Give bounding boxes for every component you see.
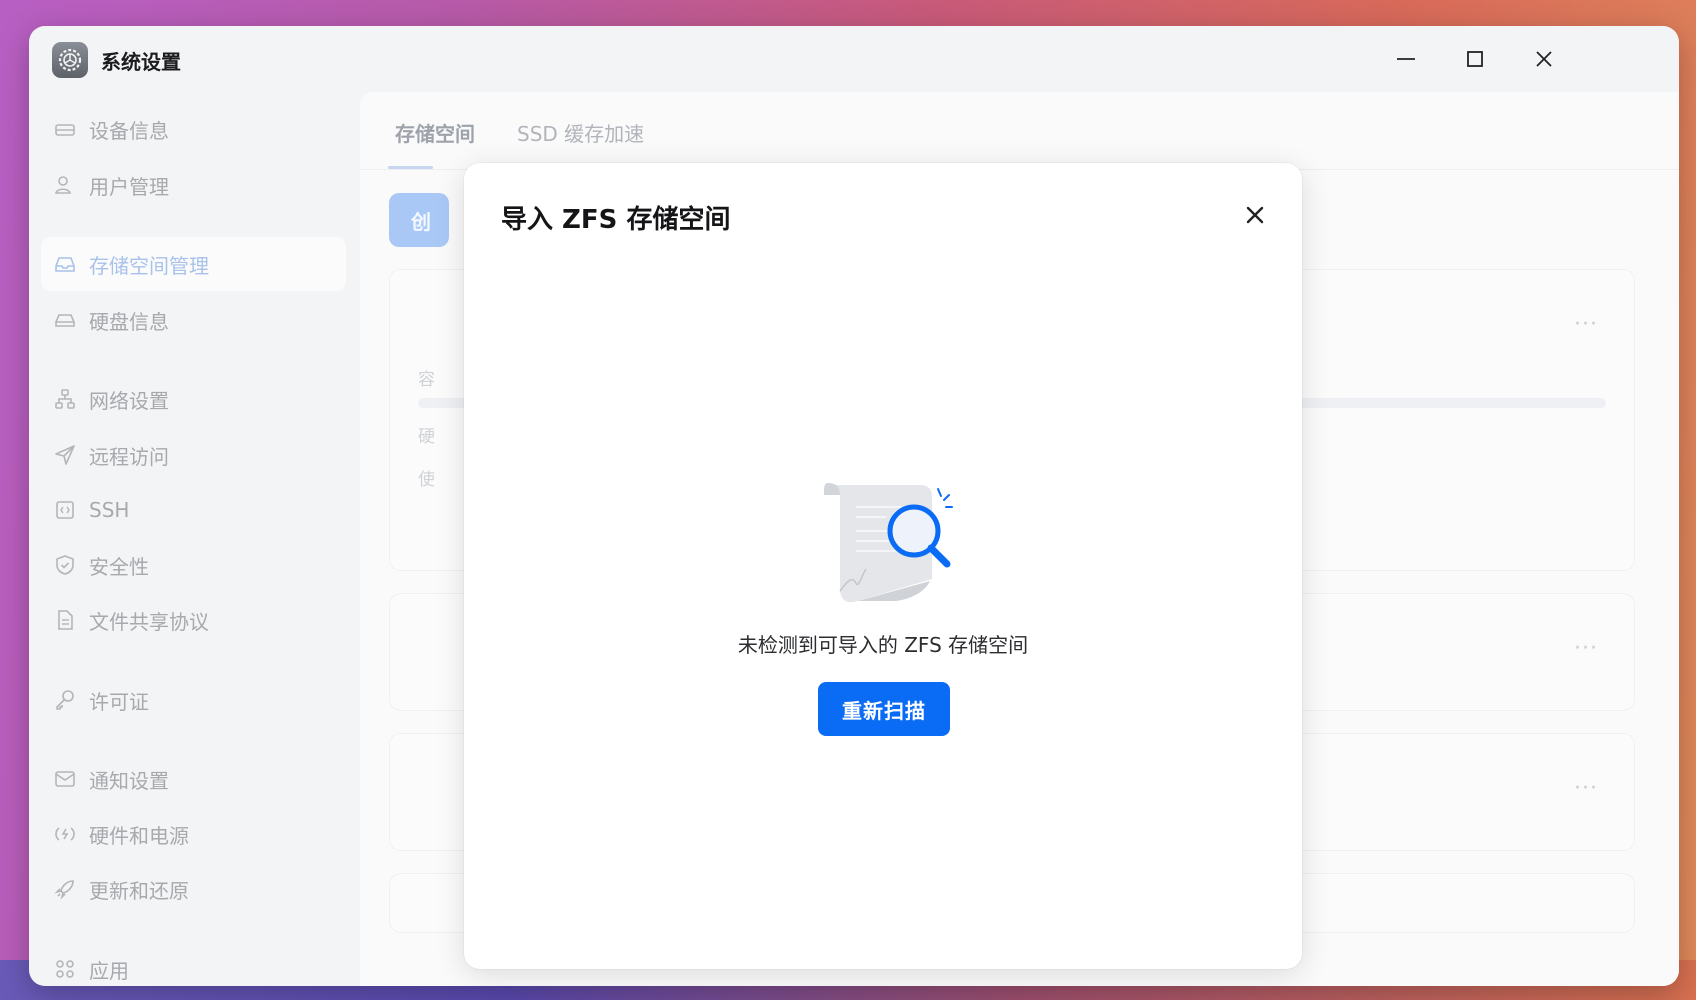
sidebar-item-device-info[interactable]: 设备信息 — [41, 102, 346, 156]
sidebar-item-label: 安全性 — [89, 554, 149, 579]
sidebar-item-user-management[interactable]: 用户管理 — [41, 158, 346, 212]
sidebar-item-label: SSH — [89, 498, 130, 522]
create-button[interactable]: 创 — [389, 193, 449, 247]
dialog-close-button[interactable] — [1240, 200, 1270, 230]
settings-window: 系统设置 设备信息 用户管理 存储空间管理 硬盘信息 网络设置 远程访问 SSH… — [29, 26, 1679, 986]
sidebar-item-license[interactable]: 许可证 — [41, 673, 346, 727]
key-icon — [56, 690, 74, 710]
import-zfs-dialog: 导入 ZFS 存储空间 未检测到可导入的 ZFS 存储空间 重新扫描 — [464, 163, 1302, 969]
sidebar-item-label: 通知设置 — [89, 768, 169, 793]
maximize-button[interactable] — [1460, 44, 1490, 74]
sidebar-item-file-sharing[interactable]: 文件共享协议 — [41, 593, 346, 647]
more-options-button[interactable]: ··· — [1574, 312, 1598, 337]
sidebar-item-notification-settings[interactable]: 通知设置 — [41, 752, 346, 806]
more-options-button[interactable]: ··· — [1574, 636, 1598, 661]
sidebar-item-storage-management[interactable]: 存储空间管理 — [41, 237, 346, 291]
usage-label: 使 — [418, 470, 435, 490]
capacity-label: 容 — [418, 370, 435, 390]
sidebar-item-label: 硬盘信息 — [89, 309, 169, 334]
tab-ssd-cache[interactable]: SSD 缓存加速 — [517, 118, 644, 147]
rescan-button[interactable]: 重新扫描 — [818, 682, 950, 736]
sidebar-item-label: 文件共享协议 — [89, 609, 209, 634]
active-tab-indicator — [388, 166, 433, 169]
disk-label: 硬 — [418, 427, 435, 447]
minimize-icon — [1397, 58, 1415, 60]
sidebar-item-security[interactable]: 安全性 — [41, 538, 346, 592]
rocket-icon — [54, 880, 74, 900]
sidebar-item-label: 设备信息 — [89, 118, 169, 143]
shield-icon — [56, 555, 74, 575]
document-search-illustration — [824, 483, 953, 603]
sidebar-item-label: 应用 — [89, 958, 129, 983]
device-icon — [55, 124, 75, 136]
sidebar-item-label: 许可证 — [89, 689, 149, 714]
maximize-icon — [1467, 51, 1483, 67]
sidebar-item-label: 网络设置 — [89, 388, 169, 413]
network-icon — [55, 389, 75, 409]
close-icon — [1536, 51, 1552, 67]
tab-storage-space[interactable]: 存储空间 — [395, 118, 475, 147]
sidebar-item-remote-access[interactable]: 远程访问 — [41, 428, 346, 482]
storage-icon — [55, 257, 75, 272]
sidebar-item-ssh[interactable]: SSH — [41, 483, 346, 537]
sidebar-item-label: 存储空间管理 — [89, 253, 209, 278]
power-icon — [55, 827, 75, 841]
send-icon — [55, 445, 75, 465]
sidebar-item-label: 远程访问 — [89, 444, 169, 469]
tab-bar: 存储空间 SSD 缓存加速 — [360, 92, 1679, 170]
mail-icon — [55, 771, 75, 787]
ssh-icon — [56, 501, 74, 519]
apps-icon — [56, 960, 74, 978]
sidebar-item-update-restore[interactable]: 更新和还原 — [41, 862, 346, 916]
sidebar-item-apps[interactable]: 应用 — [41, 942, 346, 986]
disk-icon — [55, 314, 75, 327]
sidebar-item-disk-info[interactable]: 硬盘信息 — [41, 293, 346, 347]
window-title: 系统设置 — [101, 50, 181, 74]
sidebar: 设备信息 用户管理 存储空间管理 硬盘信息 网络设置 远程访问 SSH 安全性 — [29, 92, 359, 986]
sidebar-item-label: 更新和还原 — [89, 878, 189, 903]
sidebar-item-hardware-power[interactable]: 硬件和电源 — [41, 807, 346, 861]
close-window-button[interactable] — [1529, 44, 1559, 74]
close-icon — [1246, 206, 1264, 224]
file-icon — [58, 610, 73, 630]
sidebar-item-label: 用户管理 — [89, 174, 169, 199]
title-bar: 系统设置 — [29, 26, 1679, 92]
user-icon — [55, 176, 71, 194]
dialog-title: 导入 ZFS 存储空间 — [501, 205, 731, 235]
sidebar-item-network-settings[interactable]: 网络设置 — [41, 372, 346, 426]
more-options-button[interactable]: ··· — [1574, 776, 1598, 801]
sidebar-item-label: 硬件和电源 — [89, 823, 189, 848]
settings-app-icon — [52, 42, 88, 78]
minimize-button[interactable] — [1391, 44, 1421, 74]
empty-state-message: 未检测到可导入的 ZFS 存储空间 — [737, 633, 1029, 657]
